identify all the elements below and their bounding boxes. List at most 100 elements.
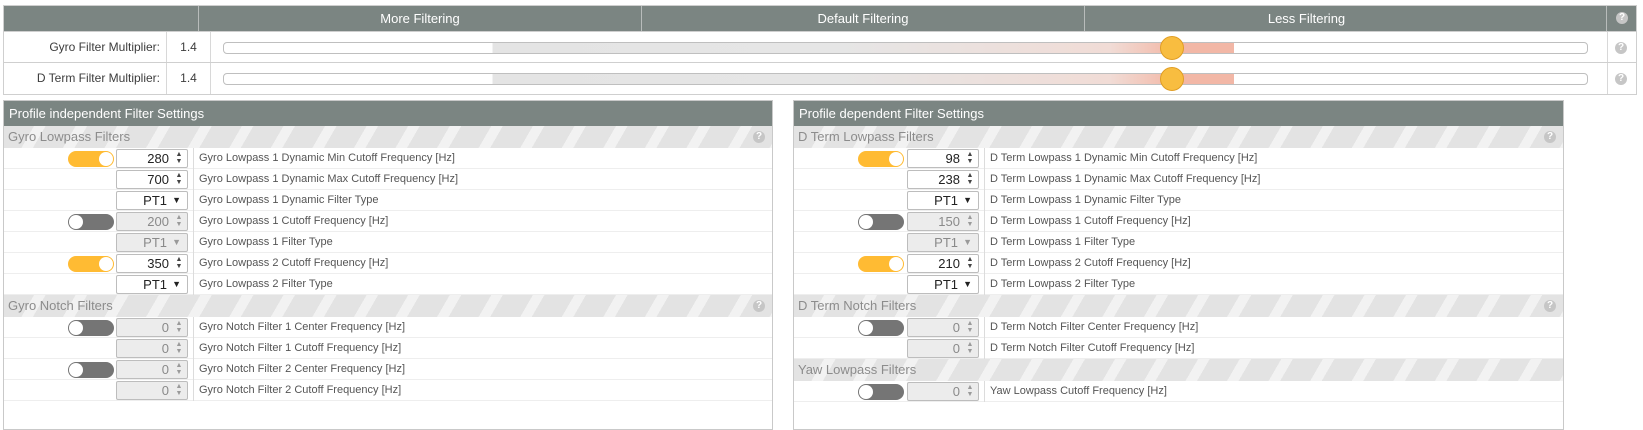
- filter-row: PT1 ▼ Gyro Lowpass 1 Dynamic Filter Type: [4, 190, 772, 211]
- field-label: D Term Notch Filter Cutoff Frequency [Hz…: [984, 338, 1194, 359]
- field-value: PT1: [143, 277, 167, 292]
- field-value: 0: [161, 362, 169, 377]
- spinner-arrows-icon[interactable]: ▲ ▼: [965, 172, 975, 187]
- spinner-arrows-icon[interactable]: ▲ ▼: [965, 214, 975, 229]
- spinner-arrows-icon[interactable]: ▲ ▼: [174, 151, 184, 166]
- spinner-arrows-icon[interactable]: ▲ ▼: [965, 341, 975, 356]
- enable-toggle[interactable]: [858, 256, 904, 272]
- slider-thumb[interactable]: [1159, 36, 1184, 60]
- field-value: PT1: [934, 235, 958, 250]
- slider-track[interactable]: [223, 42, 1588, 54]
- help-icon[interactable]: ?: [1615, 73, 1627, 85]
- enable-toggle[interactable]: [68, 256, 114, 272]
- filter-row: 0 ▲ ▼ Gyro Notch Filter 2 Cutoff Frequency …: [4, 380, 772, 401]
- field-value: 350: [147, 256, 169, 271]
- filter-row: 0 ▲ ▼ Gyro Notch Filter 1 Center Frequency …: [4, 317, 772, 338]
- filter-row: 210 ▲ ▼ D Term Lowpass 2 Cutoff Frequency […: [794, 253, 1563, 274]
- help-icon[interactable]: ?: [1615, 42, 1627, 54]
- spinner-arrows-icon[interactable]: ▲ ▼: [174, 256, 184, 271]
- field-value: 700: [147, 172, 169, 187]
- help-icon[interactable]: ?: [753, 300, 765, 312]
- enable-toggle[interactable]: [68, 151, 114, 167]
- slider-track[interactable]: [223, 73, 1588, 85]
- toggle-knob: [69, 321, 83, 335]
- filter-row: 0 ▲ ▼ Gyro Notch Filter 2 Center Frequency …: [4, 359, 772, 380]
- enable-toggle[interactable]: [68, 214, 114, 230]
- spinner-arrows-icon[interactable]: ▲ ▼: [174, 320, 184, 335]
- profile-dependent-panel: Profile dependent Filter Settings D Term…: [793, 100, 1564, 430]
- field-label: Gyro Lowpass 1 Dynamic Max Cutoff Freque…: [193, 169, 458, 190]
- filter-type-select[interactable]: PT1 ▼: [116, 233, 188, 252]
- help-icon[interactable]: ?: [1544, 300, 1556, 312]
- spinner-arrows-icon[interactable]: ▲ ▼: [174, 214, 184, 229]
- filter-type-select[interactable]: PT1 ▼: [907, 275, 979, 294]
- gyro-multiplier-value: 1.4: [167, 32, 211, 63]
- field-label: Gyro Lowpass 2 Cutoff Frequency [Hz]: [193, 253, 388, 274]
- slider-thumb[interactable]: [1159, 67, 1184, 91]
- frequency-input[interactable]: 0 ▲ ▼: [116, 318, 188, 337]
- enable-toggle[interactable]: [858, 384, 904, 400]
- dropdown-caret-icon: ▼: [172, 237, 181, 247]
- field-label: Yaw Lowpass Cutoff Frequency [Hz]: [984, 381, 1167, 402]
- field-label: D Term Lowpass 2 Cutoff Frequency [Hz]: [984, 253, 1191, 274]
- frequency-input[interactable]: 0 ▲ ▼: [116, 381, 188, 400]
- frequency-input[interactable]: 280 ▲ ▼: [116, 149, 188, 168]
- filter-type-select[interactable]: PT1 ▼: [907, 233, 979, 252]
- toggle-knob: [99, 152, 113, 166]
- field-label: Gyro Lowpass 1 Dynamic Min Cutoff Freque…: [193, 148, 455, 169]
- filter-type-select[interactable]: PT1 ▼: [116, 275, 188, 294]
- frequency-input[interactable]: 0 ▲ ▼: [907, 339, 979, 358]
- filter-type-select[interactable]: PT1 ▼: [907, 191, 979, 210]
- frequency-input[interactable]: 0 ▲ ▼: [116, 360, 188, 379]
- filter-slider-table: More Filtering Default Filtering Less Fi…: [3, 5, 1637, 95]
- slider-header-help: ?: [1606, 6, 1636, 31]
- section-d-term-lowpass-filters: D Term Lowpass Filters?: [794, 126, 1563, 148]
- frequency-input[interactable]: 210 ▲ ▼: [907, 254, 979, 273]
- frequency-input[interactable]: 700 ▲ ▼: [116, 170, 188, 189]
- field-label: Gyro Notch Filter 1 Center Frequency [Hz…: [193, 317, 405, 338]
- spinner-arrows-icon[interactable]: ▲ ▼: [174, 172, 184, 187]
- spinner-arrows-icon[interactable]: ▲ ▼: [965, 320, 975, 335]
- spinner-arrows-icon[interactable]: ▲ ▼: [965, 256, 975, 271]
- field-label: D Term Lowpass 2 Filter Type: [984, 274, 1135, 295]
- dropdown-caret-icon: ▼: [963, 237, 972, 247]
- spinner-arrows-icon[interactable]: ▲ ▼: [965, 151, 975, 166]
- spinner-arrows-icon[interactable]: ▲ ▼: [174, 383, 184, 398]
- field-value: 0: [161, 341, 169, 356]
- toggle-knob: [859, 215, 873, 229]
- dterm-multiplier-help: ?: [1606, 63, 1636, 94]
- enable-toggle[interactable]: [858, 214, 904, 230]
- dropdown-caret-icon: ▼: [963, 195, 972, 205]
- enable-toggle[interactable]: [858, 320, 904, 336]
- spinner-arrows-icon[interactable]: ▲ ▼: [174, 341, 184, 356]
- help-icon[interactable]: ?: [1616, 12, 1628, 24]
- frequency-input[interactable]: 238 ▲ ▼: [907, 170, 979, 189]
- slider-header: More Filtering Default Filtering Less Fi…: [4, 6, 1636, 31]
- toggle-knob: [889, 152, 903, 166]
- help-icon[interactable]: ?: [1544, 131, 1556, 143]
- enable-toggle[interactable]: [68, 320, 114, 336]
- frequency-input[interactable]: 200 ▲ ▼: [116, 212, 188, 231]
- frequency-input[interactable]: 350 ▲ ▼: [116, 254, 188, 273]
- frequency-input[interactable]: 0 ▲ ▼: [907, 318, 979, 337]
- gyro-multiplier-slider[interactable]: [211, 32, 1608, 63]
- frequency-input[interactable]: 0 ▲ ▼: [116, 339, 188, 358]
- field-value: 210: [938, 256, 960, 271]
- frequency-input[interactable]: 150 ▲ ▼: [907, 212, 979, 231]
- spinner-arrows-icon[interactable]: ▲ ▼: [965, 384, 975, 399]
- frequency-input[interactable]: 98 ▲ ▼: [907, 149, 979, 168]
- help-icon[interactable]: ?: [753, 131, 765, 143]
- enable-toggle[interactable]: [858, 151, 904, 167]
- filter-row: 0 ▲ ▼ Yaw Lowpass Cutoff Frequency [Hz]: [794, 381, 1563, 402]
- spinner-arrows-icon[interactable]: ▲ ▼: [174, 362, 184, 377]
- more-filtering-header: More Filtering: [198, 6, 641, 31]
- less-filtering-header: Less Filtering: [1084, 6, 1528, 31]
- frequency-input[interactable]: 0 ▲ ▼: [907, 382, 979, 401]
- enable-toggle[interactable]: [68, 362, 114, 378]
- filter-type-select[interactable]: PT1 ▼: [116, 191, 188, 210]
- filter-row: PT1 ▼ D Term Lowpass 2 Filter Type: [794, 274, 1563, 295]
- dterm-multiplier-slider[interactable]: [211, 63, 1608, 94]
- field-label: Gyro Notch Filter 1 Cutoff Frequency [Hz…: [193, 338, 401, 359]
- field-value: 0: [952, 341, 960, 356]
- dropdown-caret-icon: ▼: [963, 279, 972, 289]
